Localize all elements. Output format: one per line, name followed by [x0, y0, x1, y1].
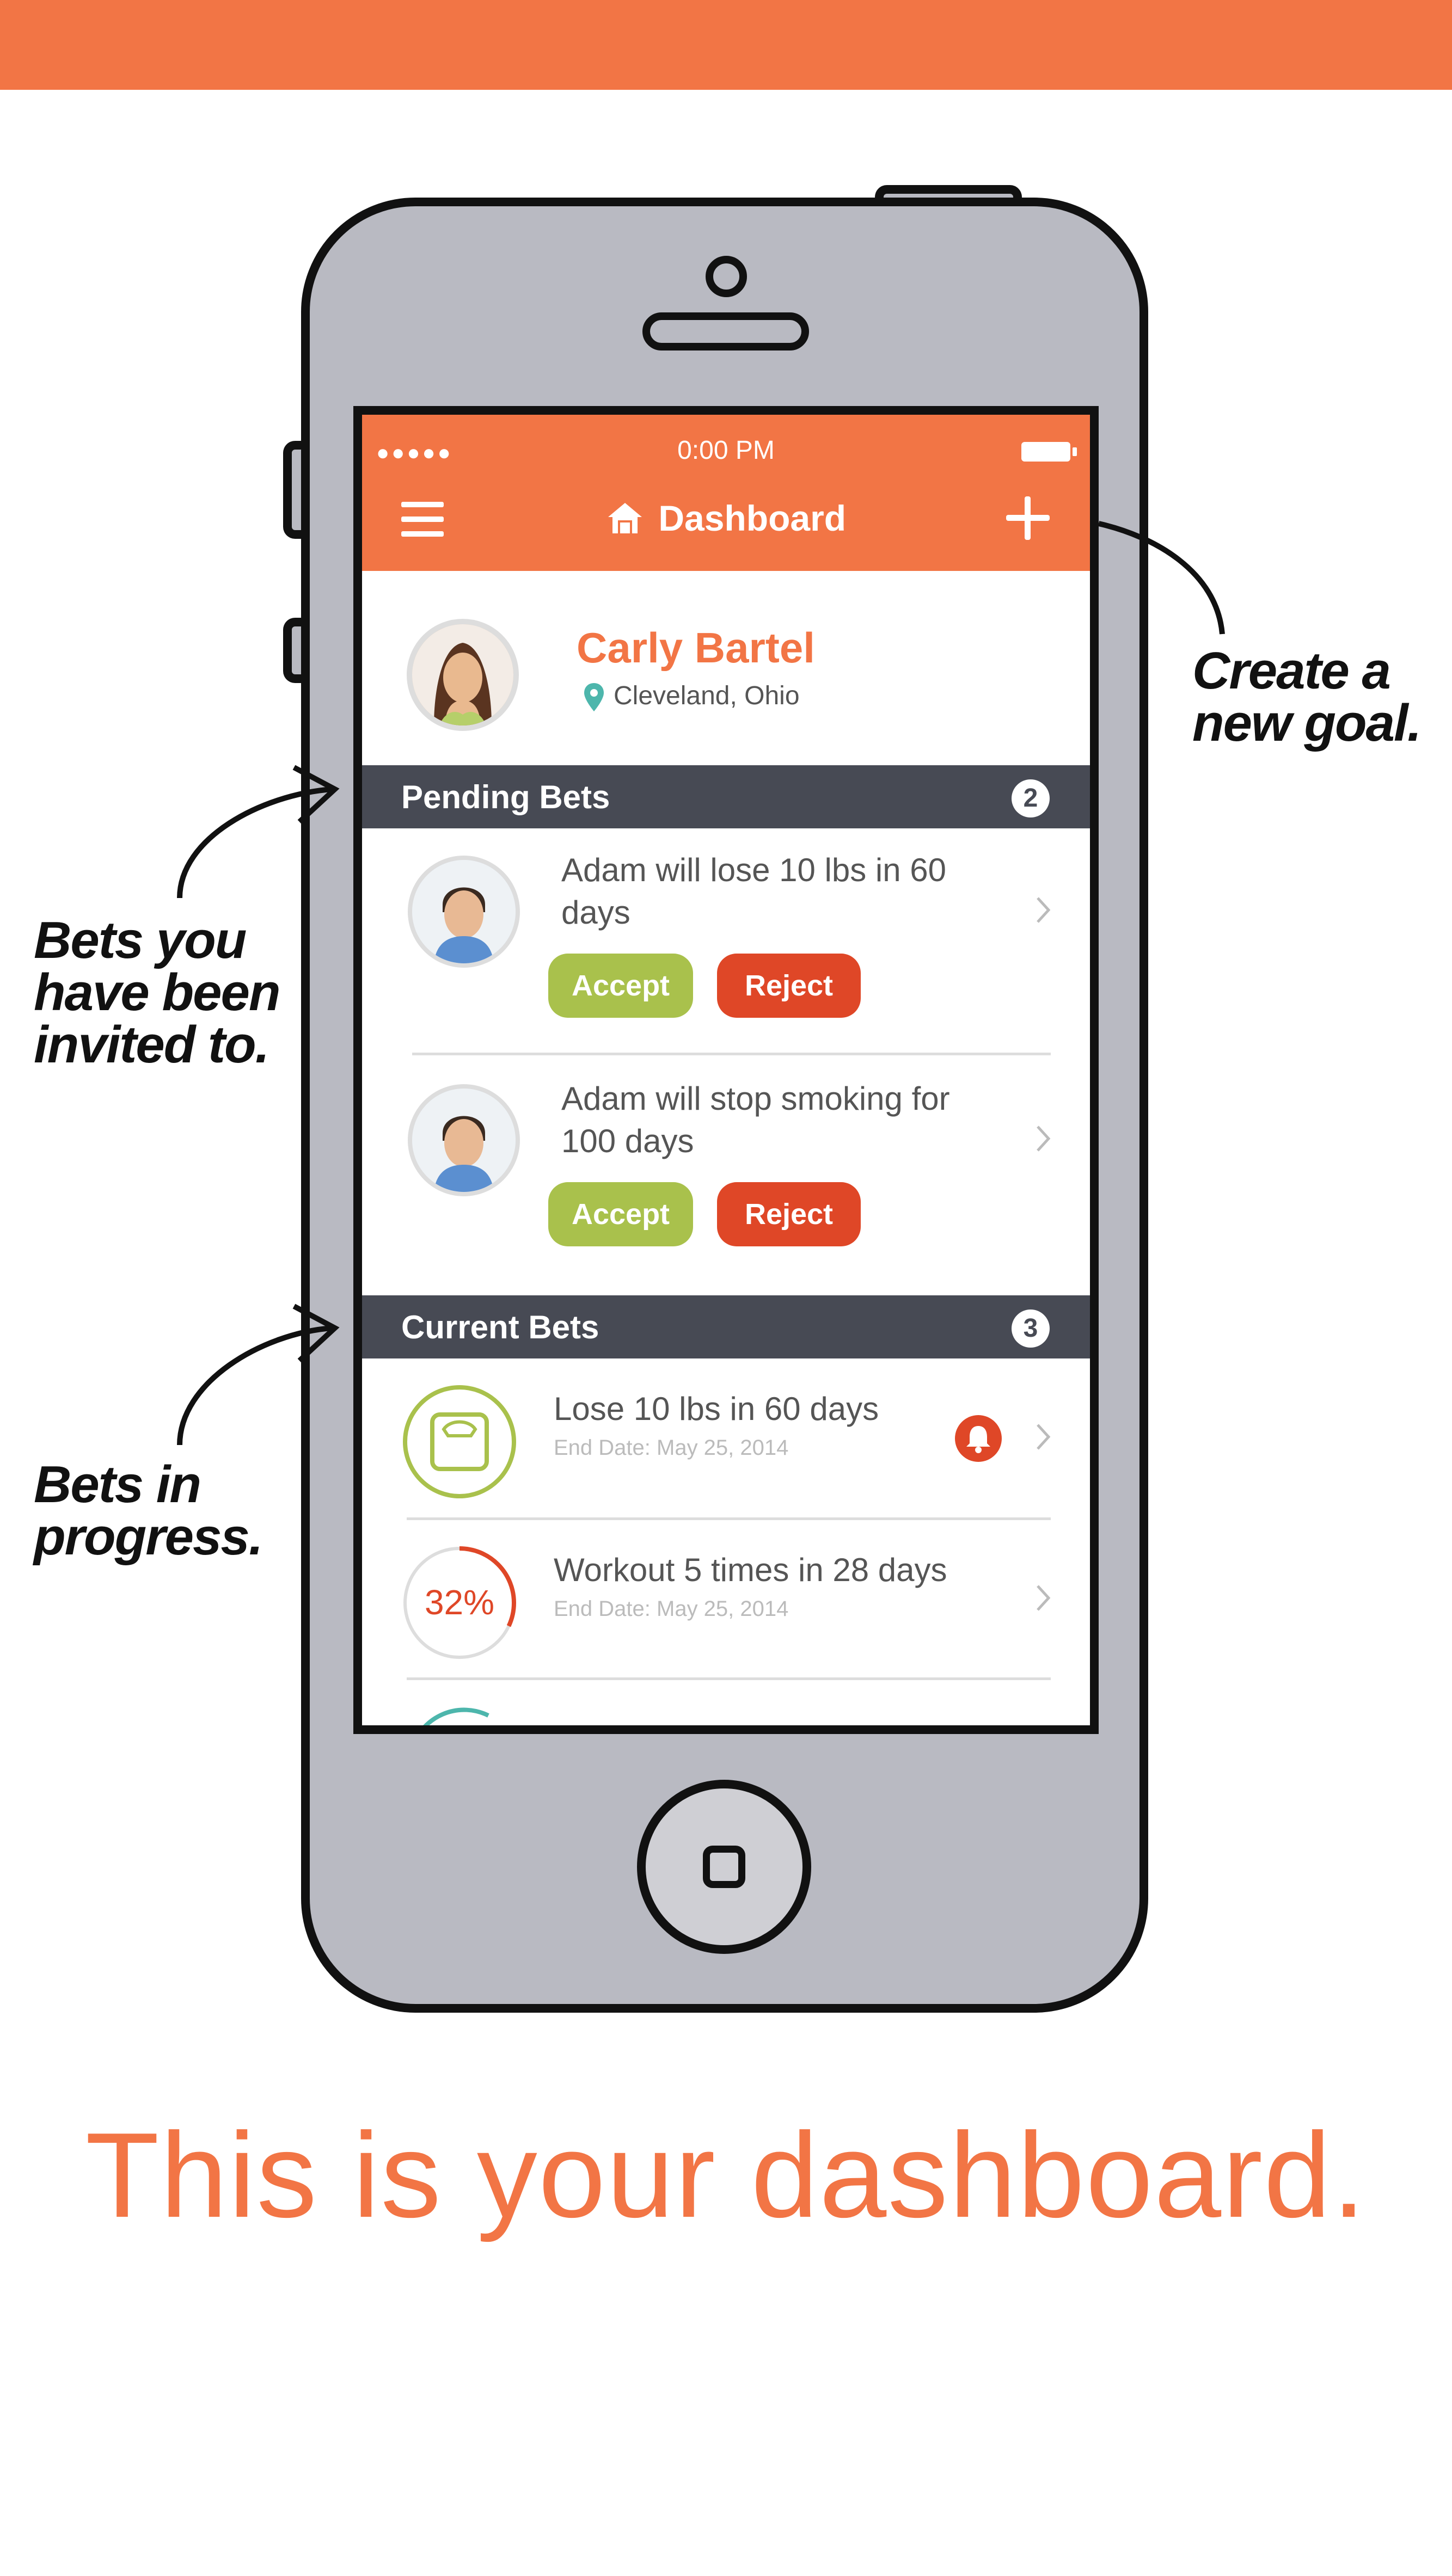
annotation-invited: Bets you have been invited to. [34, 911, 281, 1074]
annotation-line: Bets in [34, 1455, 201, 1514]
annotation-line: new goal. [1192, 694, 1422, 752]
annotation-create-goal: Create a new goal. [1192, 642, 1422, 752]
annotation-line: progress. [34, 1508, 263, 1566]
tagline: This is your dashboard. [85, 2108, 1367, 2243]
annotation-in-progress: Bets in progress. [34, 1455, 263, 1566]
annotation-line: have been [34, 963, 281, 1022]
annotation-line: Create a [1192, 642, 1391, 700]
annotation-line: invited to. [34, 1016, 269, 1074]
annotation-line: Bets you [34, 911, 247, 969]
